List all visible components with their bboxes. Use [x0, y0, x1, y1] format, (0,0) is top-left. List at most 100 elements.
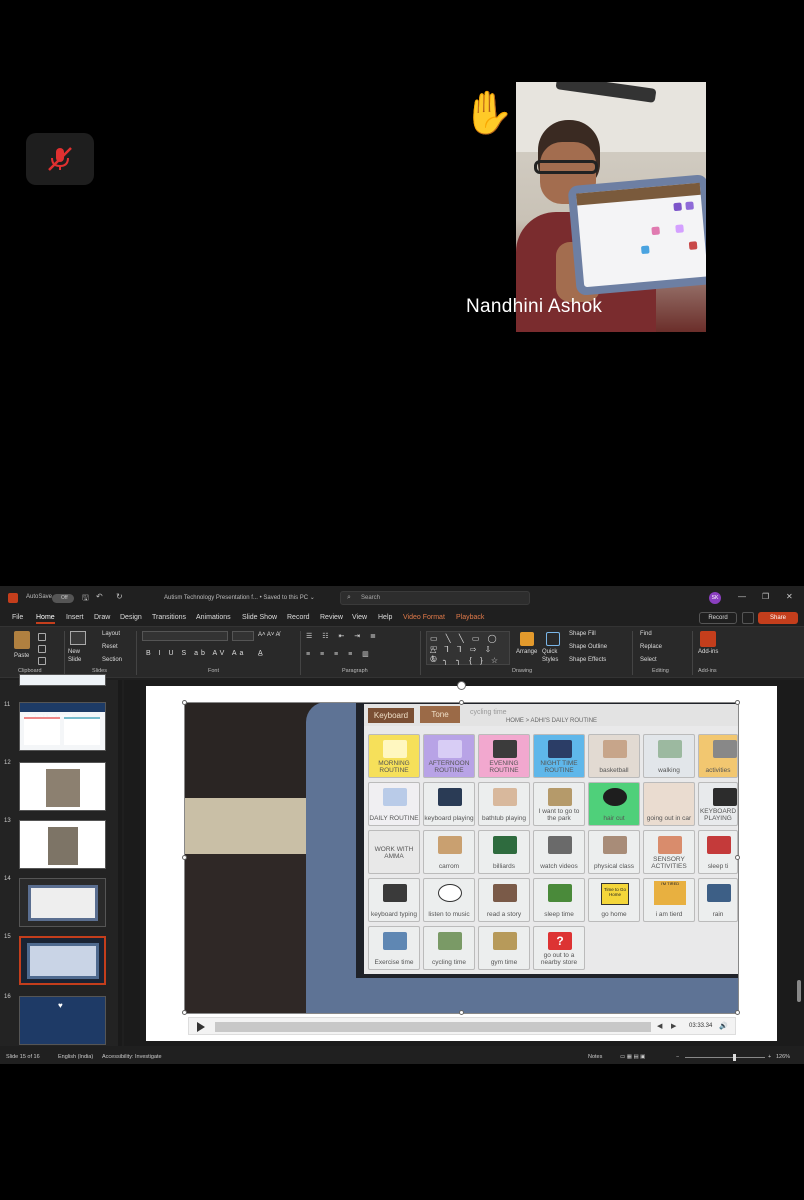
skip-forward-icon[interactable]: ▶︎ — [671, 1022, 676, 1030]
slide-thumbnail[interactable] — [19, 762, 106, 811]
find-button[interactable]: Find — [640, 631, 652, 637]
tab-review[interactable]: Review — [320, 614, 343, 621]
group-font: Font — [208, 668, 220, 674]
zoom-slider[interactable] — [685, 1057, 765, 1058]
group-editing: Editing — [652, 668, 669, 674]
replace-button[interactable]: Replace — [640, 644, 662, 650]
redo-icon[interactable]: ↻ — [116, 592, 123, 601]
layout-button[interactable]: Layout — [102, 631, 120, 637]
volume-icon[interactable]: 🔊 — [719, 1022, 728, 1030]
autosave-toggle[interactable]: Off — [52, 594, 74, 603]
undo-icon[interactable]: ↶ — [96, 592, 103, 601]
video-progress-bar[interactable] — [215, 1022, 651, 1032]
arrange-icon[interactable] — [520, 632, 534, 646]
zoom-in-icon[interactable]: + — [768, 1054, 771, 1060]
close-button[interactable]: ✕ — [786, 592, 793, 601]
restore-button[interactable]: ❐ — [762, 592, 769, 601]
align-buttons[interactable]: ≡ ≡ ≡ ≡ ▥ — [306, 650, 373, 658]
tab-transitions[interactable]: Transitions — [152, 614, 186, 621]
ribbon-divider — [136, 631, 137, 675]
tab-home[interactable]: Home — [36, 614, 55, 624]
search-input[interactable]: ⌕ Search — [340, 591, 530, 605]
reset-button[interactable]: Reset — [102, 644, 118, 650]
tab-slide-show[interactable]: Slide Show — [242, 614, 277, 621]
section-button[interactable]: Section — [102, 657, 122, 663]
format-painter-icon[interactable] — [38, 657, 46, 665]
tab-animations[interactable]: Animations — [196, 614, 231, 621]
resize-handle[interactable] — [459, 700, 464, 705]
slide-thumbnail[interactable] — [19, 878, 106, 927]
resize-handle[interactable] — [459, 1010, 464, 1015]
slide[interactable]: Keyboard Tone cycling time HOME > ADHI'S… — [146, 681, 777, 1041]
font-size-select[interactable] — [232, 631, 254, 641]
new-slide-button[interactable]: New Slide — [68, 649, 90, 665]
comments-icon[interactable] — [742, 612, 754, 624]
paste-button[interactable]: Paste — [14, 653, 29, 659]
copy-icon[interactable] — [38, 645, 46, 653]
add-ins-icon[interactable] — [700, 631, 716, 647]
quick-styles-icon[interactable] — [546, 632, 560, 646]
record-button[interactable]: Record — [699, 612, 737, 624]
shape-outline-button[interactable]: Shape Outline — [569, 644, 607, 650]
participant-video[interactable] — [516, 82, 706, 332]
resize-handle[interactable] — [182, 700, 187, 705]
font-family-select[interactable] — [142, 631, 228, 641]
tab-draw[interactable]: Draw — [94, 614, 110, 621]
quick-styles-button[interactable]: Quick Styles — [542, 649, 566, 665]
zoom-level[interactable]: 126% — [776, 1054, 790, 1060]
grow-font-icon[interactable]: A˄ A˅ A̸ — [258, 632, 280, 638]
tab-insert[interactable]: Insert — [66, 614, 84, 621]
avatar[interactable]: SK — [709, 592, 721, 604]
tab-view[interactable]: View — [352, 614, 367, 621]
resize-handle[interactable] — [735, 700, 740, 705]
resize-handle[interactable] — [735, 1010, 740, 1015]
group-add-ins: Add-ins — [698, 668, 717, 674]
mic-off-icon[interactable] — [26, 133, 94, 185]
resize-handle[interactable] — [182, 855, 187, 860]
tab-file[interactable]: File — [12, 614, 23, 621]
tab-playback[interactable]: Playback — [456, 614, 484, 621]
font-format-buttons[interactable]: B I U S ab AV Aa — [146, 650, 246, 657]
tab-design[interactable]: Design — [120, 614, 142, 621]
canvas-scrollbar-thumb[interactable] — [797, 980, 801, 1002]
resize-handle[interactable] — [735, 855, 740, 860]
view-buttons[interactable]: ▭ ▦ ▤ ▣ — [620, 1054, 645, 1060]
autosave-state: Off — [61, 595, 68, 601]
new-slide-icon[interactable] — [70, 631, 86, 645]
shape-effects-button[interactable]: Shape Effects — [569, 657, 606, 663]
accessibility-button[interactable]: Accessibility: Investigate — [102, 1054, 162, 1060]
skip-back-icon[interactable]: ◀︎ — [657, 1022, 662, 1030]
tab-record[interactable]: Record — [287, 614, 310, 621]
zoom-out-icon[interactable]: − — [676, 1054, 679, 1060]
list-buttons[interactable]: ☰ ☷ ⇤ ⇥ ≣ — [306, 632, 380, 640]
title-bar: AutoSave Off 🖫 ↶ ↻ Autism Technology Pre… — [0, 586, 804, 610]
thumbnail-scrollbar[interactable] — [118, 680, 122, 1046]
share-button[interactable]: Share — [758, 612, 798, 624]
save-icon[interactable]: 🖫 — [82, 592, 89, 606]
arrange-button[interactable]: Arrange — [516, 649, 537, 655]
notes-button[interactable]: Notes — [588, 1054, 602, 1060]
select-button[interactable]: Select — [640, 657, 657, 663]
document-title[interactable]: Autism Technology Presentation f... • Sa… — [164, 594, 315, 601]
shapes-gallery[interactable]: ▭ ╲ ╲ ▭ ◯ ▭ △ ⅂ ⅂ ⇨ ⇩ ◷ ╰ ╮ ╮ { } ☆ — [426, 631, 510, 665]
tab-video-format[interactable]: Video Format — [403, 614, 445, 621]
slide-thumbnail[interactable] — [19, 820, 106, 869]
held-tablet-screen — [576, 182, 706, 288]
paste-icon[interactable] — [14, 631, 30, 649]
slide-thumbnail[interactable] — [19, 674, 106, 686]
cut-icon[interactable] — [38, 633, 46, 641]
font-color-icon[interactable]: A̲ — [258, 650, 263, 657]
play-icon[interactable] — [197, 1022, 205, 1032]
tab-help[interactable]: Help — [378, 614, 392, 621]
rotate-handle[interactable] — [457, 681, 466, 690]
slide-thumbnail-selected[interactable] — [19, 936, 106, 985]
zoom-slider-knob[interactable] — [733, 1054, 736, 1061]
minimize-button[interactable]: — — [738, 592, 746, 601]
resize-handle[interactable] — [182, 1010, 187, 1015]
slide-thumbnail[interactable]: Challenges & Way Forward — [19, 702, 106, 751]
shape-fill-button[interactable]: Shape Fill — [569, 631, 596, 637]
language-indicator[interactable]: English (India) — [58, 1054, 93, 1060]
add-ins-button[interactable]: Add-ins — [698, 649, 718, 655]
raised-hand-icon: ✋ — [462, 89, 515, 136]
slide-thumbnail[interactable]: ♥ — [19, 996, 106, 1045]
